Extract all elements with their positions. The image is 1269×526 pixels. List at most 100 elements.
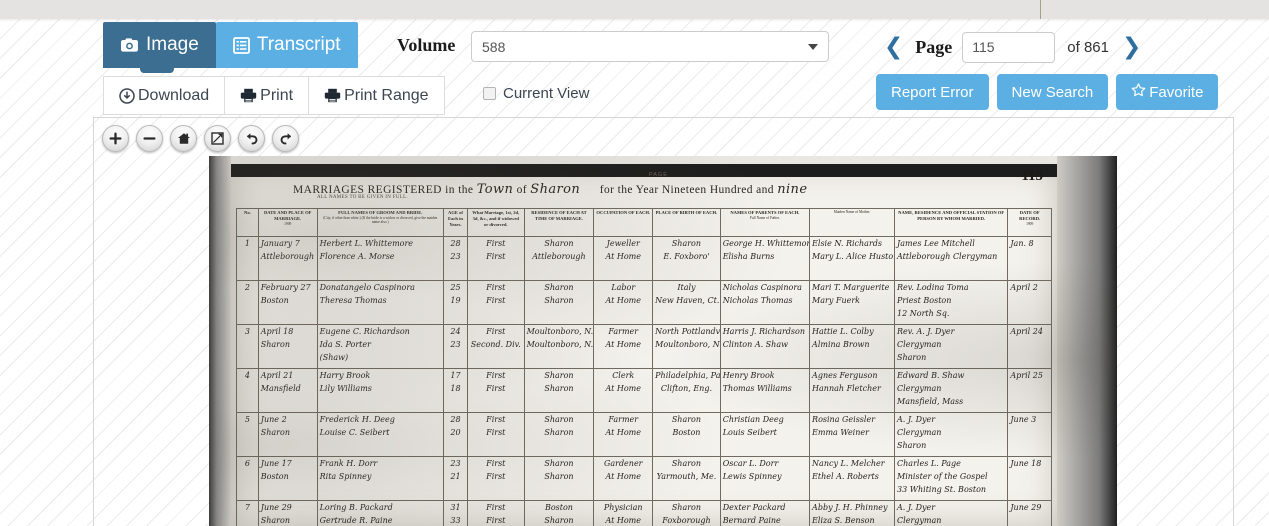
- download-button[interactable]: Download: [103, 76, 226, 115]
- cell-line: Jan. 8: [1010, 239, 1034, 248]
- cell-line: Second. Div.: [470, 339, 521, 349]
- cell-line: Hannah Fletcher: [812, 383, 881, 393]
- cell-officiant: A. J. Dyer Clergyman Sharon: [894, 412, 1009, 457]
- cell-line: Lewis Spinney: [722, 471, 782, 481]
- cell-line: 33 Whiting St. Boston: [897, 484, 987, 494]
- cell-line: Sharon: [671, 503, 702, 512]
- cell-line: 21: [450, 471, 461, 481]
- fullscreen-icon[interactable]: [204, 125, 231, 152]
- cell-line: Boston: [260, 295, 289, 305]
- cell-officiant: Rev. Lodina Toma Priest Boston 12 North Sq…: [894, 280, 1009, 325]
- cell-line: 23: [450, 339, 461, 349]
- document-title-in-the: in the: [445, 184, 474, 196]
- cell-line: April 2: [1010, 283, 1038, 292]
- cell-names: Donatangelo Caspinora Theresa Thomas: [316, 280, 444, 325]
- tab-transcript-label: Transcript: [256, 34, 341, 55]
- cell-line: Sharon: [260, 339, 290, 349]
- cell-line: 18: [450, 383, 461, 393]
- cell-line: Sharon: [544, 471, 574, 481]
- cell-line: 25: [450, 283, 461, 292]
- cell-line: 31: [450, 503, 461, 512]
- cell-marriage-order: First First: [466, 412, 525, 457]
- tab-transcript[interactable]: Transcript: [215, 22, 358, 68]
- favorite-button[interactable]: Favorite: [1116, 74, 1219, 110]
- cell-marriage-order: First First: [466, 500, 525, 526]
- col-birthplace: PLACE OF BIRTH OF EACH.: [652, 208, 721, 237]
- cell-line: Attleborough Clergyman: [897, 251, 998, 261]
- cell-line: April 24: [1010, 327, 1043, 336]
- cell-line: Hattie L. Colby: [812, 327, 874, 336]
- document-allnames-note: ALL NAMES TO BE GIVEN IN FULL.: [317, 195, 408, 200]
- cell-line: Boston: [672, 427, 701, 437]
- volume-label: Volume: [397, 35, 456, 55]
- favorite-button-label: Favorite: [1149, 83, 1204, 101]
- printer-icon: [324, 88, 341, 103]
- cell-line: Clergyman: [897, 339, 942, 349]
- cell-line: June 17: [260, 459, 292, 468]
- cell-birthplace: Sharon Yarmouth, Me.: [652, 456, 721, 501]
- cell-line: Clergyman: [897, 427, 942, 437]
- tab-image[interactable]: Image: [103, 22, 216, 68]
- cell-line: Clergyman: [897, 515, 942, 525]
- cell-officiant: Edward B. Shaw Clergyman Mansfield, Mass: [894, 368, 1009, 413]
- cell-birthplace: Sharon Foxborough: [652, 500, 721, 526]
- new-search-button[interactable]: New Search: [996, 74, 1109, 110]
- cell-line: First: [486, 515, 506, 525]
- report-error-button[interactable]: Report Error: [876, 74, 989, 110]
- table-row: 7 June 29 Sharon Loring B. Packard Gertrude …: [236, 500, 1052, 526]
- document-page-tag: PAGE: [649, 172, 668, 178]
- cell-age: 25 19: [442, 280, 468, 325]
- cell-age: 23 21: [442, 456, 468, 501]
- col-officiant: NAME, RESIDENCE AND OFFICIAL STATION OF …: [894, 208, 1009, 237]
- print-range-button[interactable]: Print Range: [309, 76, 445, 115]
- cell-names: Harry Brook Lily Williams: [316, 368, 444, 413]
- zoom-in-icon[interactable]: [102, 125, 129, 152]
- cell-line: First: [486, 327, 506, 336]
- cell-line: First: [486, 471, 506, 481]
- cell-residence: Sharon Sharon: [523, 412, 595, 457]
- page-input[interactable]: [962, 31, 1056, 63]
- cell-names: Loring B. Packard Gertrude R. Paine: [316, 500, 444, 526]
- marriage-register-table: No. DATE AND PLACE OF MARRIAGE. 1909 FUL…: [236, 208, 1052, 526]
- print-button[interactable]: Print: [225, 76, 310, 115]
- col-record-date-year: 1909: [1026, 221, 1034, 226]
- print-button-label: Print: [260, 86, 294, 104]
- cell-line: Emma Weiner: [812, 427, 869, 437]
- cell-mother: Nancy L. Melcher Ethel A. Roberts: [809, 456, 896, 501]
- document-year-prefix: for the Year Nineteen Hundred and: [599, 184, 774, 196]
- cell-mother: Hattie L. Colby Almina Brown: [809, 324, 896, 369]
- zoom-out-icon[interactable]: [136, 125, 163, 152]
- cell-residence: Sharon Sharon: [523, 456, 595, 501]
- cell-mother: Agnes Ferguson Hannah Fletcher: [809, 368, 896, 413]
- cell-line: Ethel A. Roberts: [812, 471, 879, 481]
- col-date-place: DATE AND PLACE OF MARRIAGE. 1909: [257, 208, 318, 237]
- cell-row-number: 7: [236, 500, 259, 526]
- rotate-left-icon[interactable]: [238, 125, 265, 152]
- cell-line: Abby J. H. Phinney: [812, 503, 888, 512]
- cell-line: Christian Deeg: [722, 415, 784, 424]
- cell-line: At Home: [605, 471, 641, 481]
- cell-line: Boston: [544, 503, 573, 512]
- cell-line: June 29: [1010, 503, 1042, 512]
- cell-line: Agnes Ferguson: [812, 371, 878, 380]
- chevron-right-icon[interactable]: ❯: [1118, 35, 1145, 59]
- rotate-right-icon[interactable]: [272, 125, 299, 152]
- cell-line: Frederick H. Deeg: [319, 415, 395, 424]
- page-navigation: ❮ Page of 861 ❯: [880, 30, 1145, 64]
- cell-line: Attleborough: [532, 251, 586, 261]
- cell-line: April 25: [1010, 371, 1043, 380]
- print-range-button-label: Print Range: [344, 86, 429, 104]
- cell-line: Almina Brown: [812, 339, 870, 349]
- checkbox-box[interactable]: [483, 87, 496, 100]
- cell-line: 24: [450, 327, 461, 336]
- cell-line: Mari T. Marguerite: [812, 283, 890, 292]
- table-row: 2 February 27 Boston Donatangelo Caspinora T…: [236, 280, 1052, 325]
- report-error-button-label: Report Error: [891, 83, 974, 101]
- cell-occupation: Farmer At Home: [593, 412, 654, 457]
- current-view-checkbox[interactable]: Current View: [483, 85, 589, 102]
- col-record-date: DATE OF RECORD. 1909: [1007, 208, 1052, 237]
- volume-select[interactable]: 588: [471, 31, 829, 62]
- chevron-left-icon[interactable]: ❮: [880, 35, 907, 59]
- home-icon[interactable]: [170, 125, 197, 152]
- scanned-document-image[interactable]: 115 PAGE MARRIAGES REGISTERED in the Tow…: [209, 156, 1117, 526]
